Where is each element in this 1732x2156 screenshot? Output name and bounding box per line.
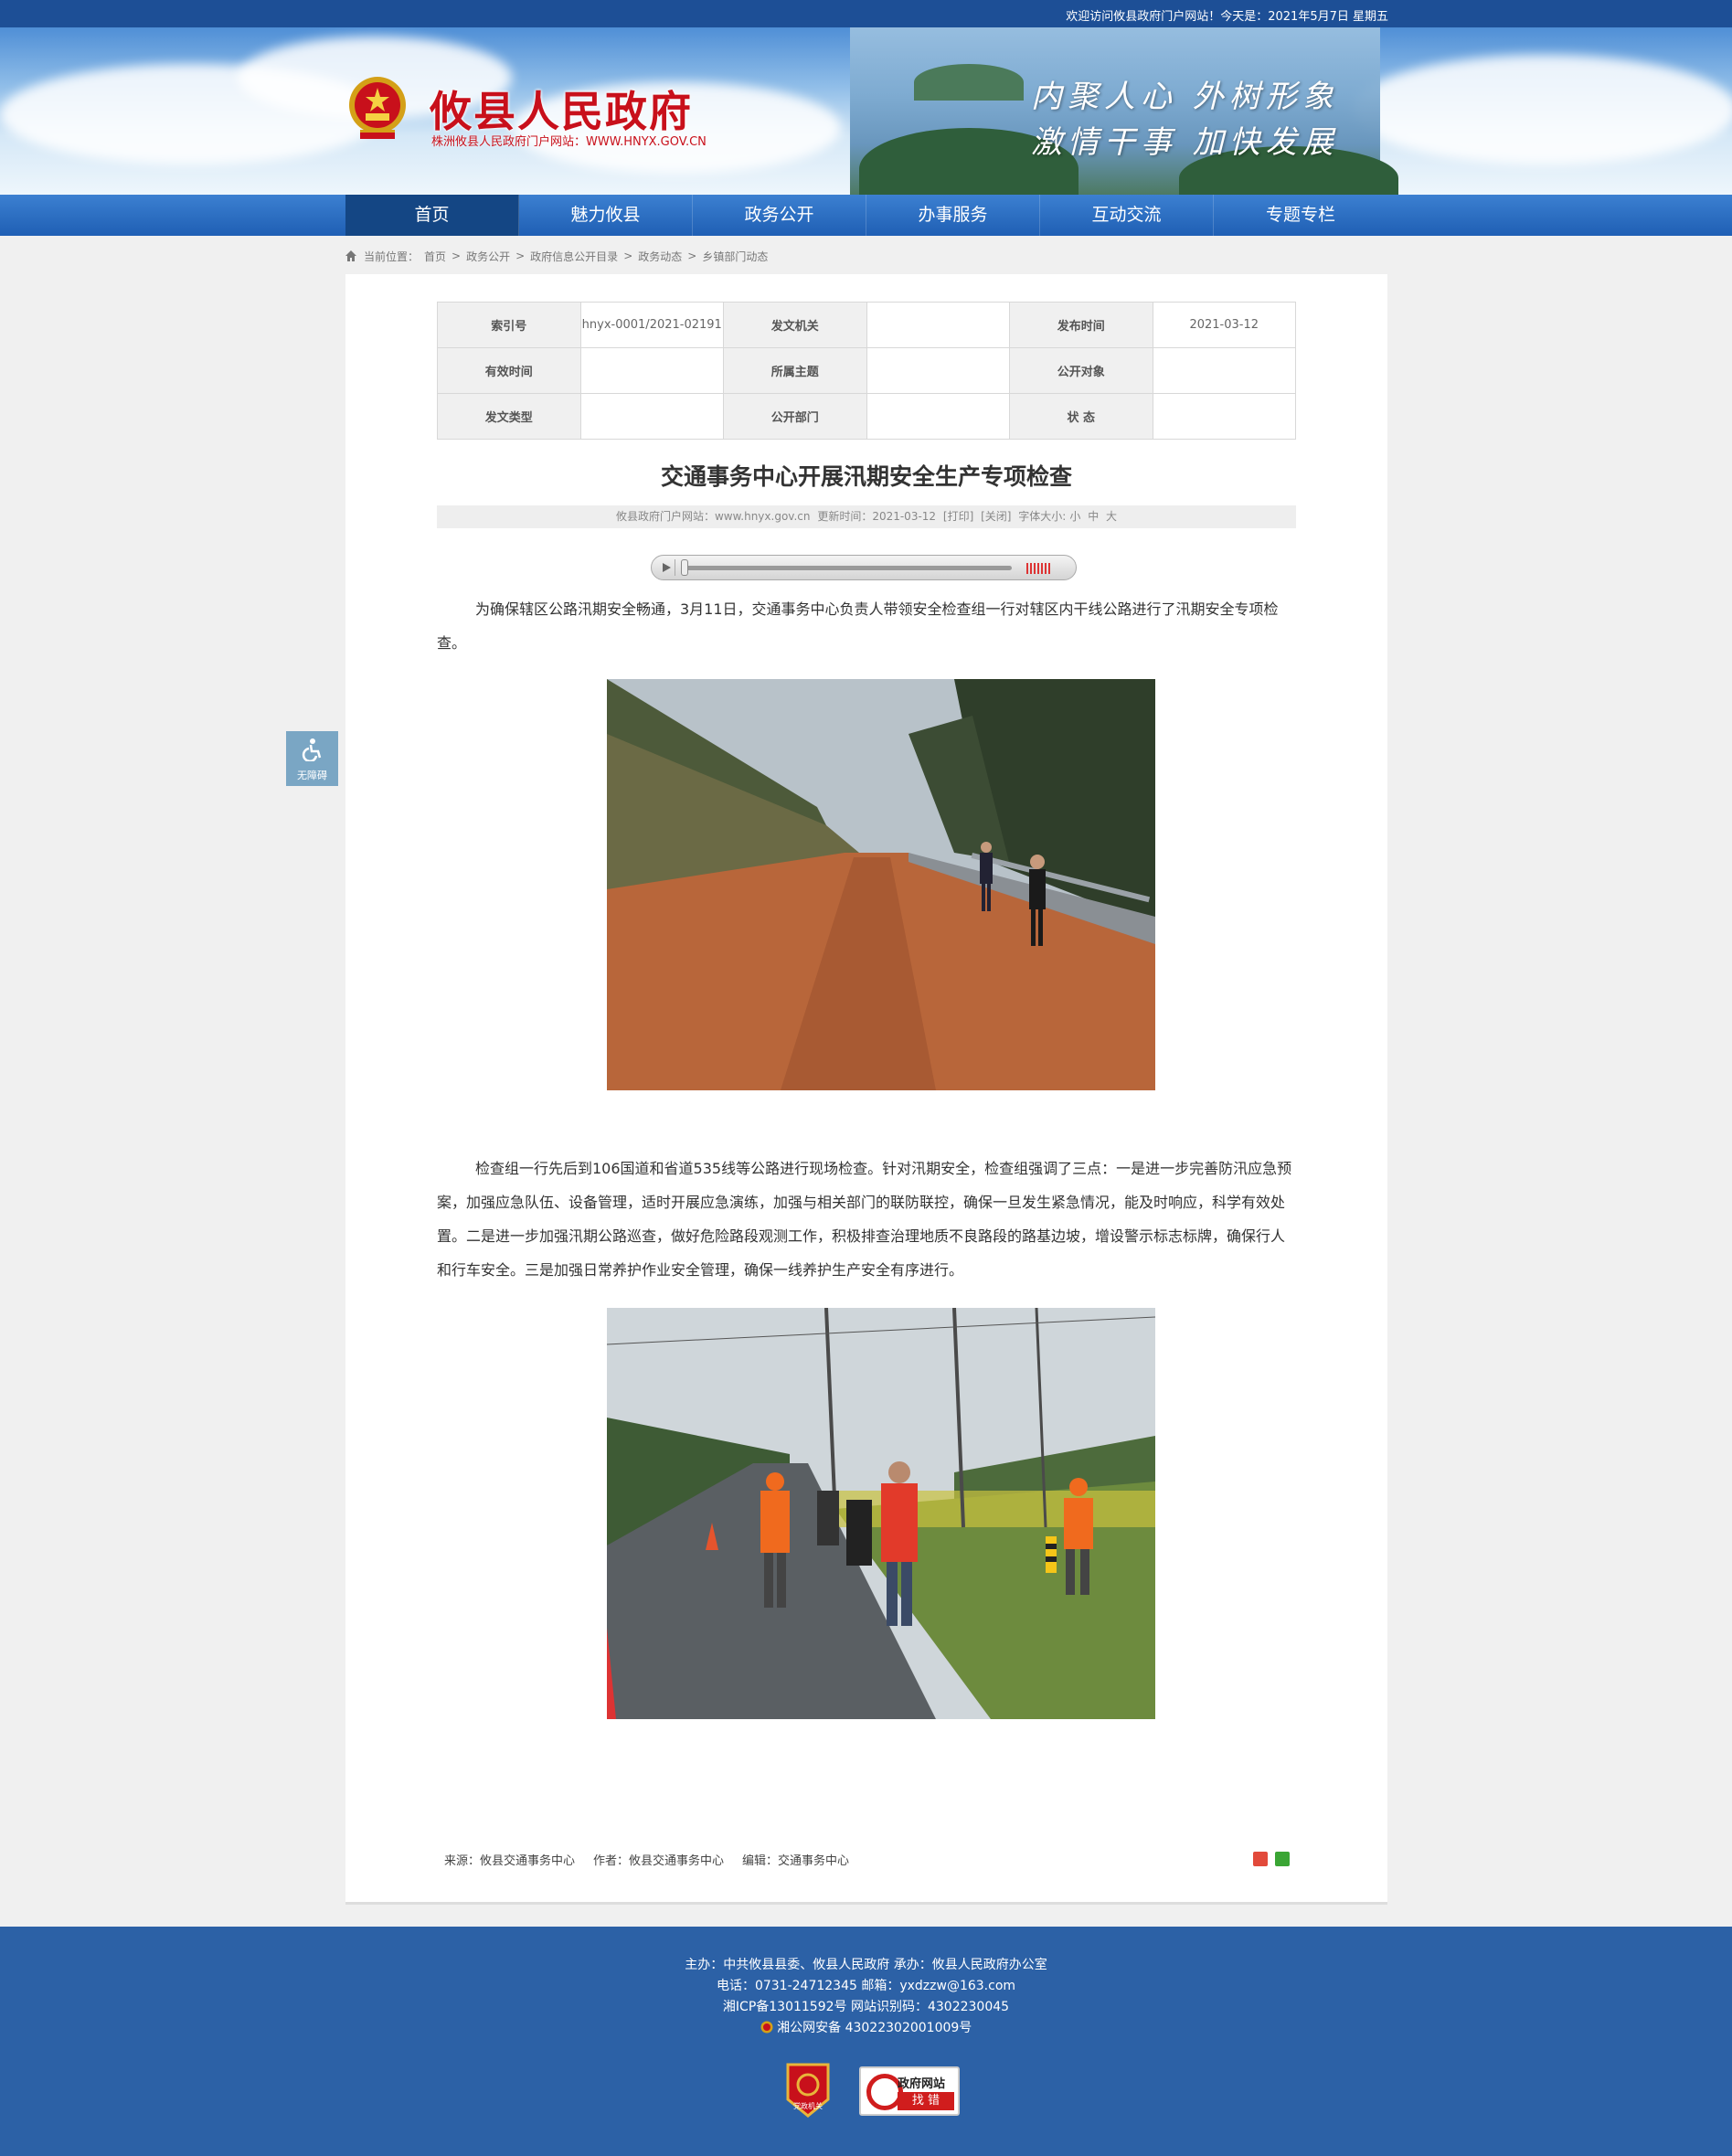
font-large-link[interactable]: 大: [1106, 510, 1117, 523]
nav-gov-affairs[interactable]: 政务公开: [693, 195, 866, 236]
article-title: 交通事务中心开展汛期安全生产专项检查: [660, 463, 1072, 490]
breadcrumb-directory[interactable]: 政府信息公开目录: [530, 249, 618, 264]
breadcrumb-sep: >: [687, 250, 697, 262]
meta-audience-label: 公开对象: [1009, 347, 1153, 394]
meta-valid-label: 有效时间: [437, 347, 581, 394]
police-badge-icon: [760, 2021, 773, 2034]
meta-dept-value: [866, 393, 1010, 440]
breadcrumb-label: 当前位置：: [364, 250, 420, 263]
wheelchair-icon: [302, 738, 321, 763]
accessibility-label: 无障碍: [297, 770, 327, 781]
meta-topic-value: [866, 347, 1010, 394]
breadcrumb-sep: >: [515, 250, 526, 262]
footer-contact: 电话：0731-24712345 邮箱：yxdzzw@163.com: [716, 1979, 1016, 1993]
party-government-badge[interactable]: 党政机关: [784, 2063, 832, 2118]
font-medium-link[interactable]: 中: [1088, 510, 1099, 523]
audio-progress-track[interactable]: [683, 566, 1012, 570]
main-nav: 首页 魅力攸县 政务公开 办事服务 互动交流 专题专栏: [0, 195, 1732, 236]
meta-dept-label: 公开部门: [723, 393, 867, 440]
meta-date-label: 发布时间: [1009, 302, 1153, 348]
article-paragraph-1: 为确保辖区公路汛期安全畅通，3月11日，交通事务中心负责人带领安全检查组一行对辖…: [437, 600, 1279, 652]
article-source: 来源：攸县交通事务中心: [444, 1854, 576, 1868]
article-paragraph-2: 检查组一行先后到106国道和省道535线等公路进行现场检查。针对汛期安全，检查组…: [437, 1160, 1292, 1279]
breadcrumb-sep: >: [623, 250, 633, 262]
play-button[interactable]: [657, 559, 675, 576]
cloud-decoration: [1353, 55, 1732, 165]
welcome-text: 欢迎访问攸县政府门户网站！今天是：2021年5月7日 星期五: [1066, 10, 1388, 24]
breadcrumb-gov-affairs[interactable]: 政务公开: [466, 249, 510, 264]
audio-player: [651, 555, 1077, 580]
nav-home[interactable]: 首页: [345, 195, 519, 236]
meta-issuer-label: 发文机关: [723, 302, 867, 348]
footer-police-record[interactable]: 湘公网安备 43022302001009号: [0, 2018, 1732, 2039]
font-size-label: 字体大小:: [1018, 510, 1067, 523]
article-editor: 编辑：交通事务中心: [742, 1854, 850, 1868]
gov-website-error-report-badge[interactable]: 政府网站 找 错: [859, 2066, 960, 2116]
site-title[interactable]: 攸县人民政府: [430, 79, 693, 139]
meta-valid-value: [579, 347, 724, 394]
article-photo-1: [607, 679, 1155, 1090]
hill-decoration: [914, 64, 1024, 101]
meta-audience-value: [1152, 347, 1296, 394]
meta-type-label: 发文类型: [437, 393, 581, 440]
weibo-share-icon[interactable]: [1253, 1852, 1268, 1866]
field-inspection-photo: [607, 1308, 1155, 1719]
national-emblem-icon: [349, 77, 406, 139]
slogan-line-1: 内聚人心 外树形象: [1031, 79, 1339, 115]
breadcrumb-home[interactable]: 首页: [424, 249, 446, 264]
audio-progress-handle[interactable]: [681, 559, 688, 576]
volume-icon[interactable]: [1026, 563, 1050, 574]
party-badge-label: 党政机关: [793, 2101, 823, 2110]
font-small-link[interactable]: 小: [1069, 510, 1080, 523]
footer-police-text: 湘公网安备 43022302001009号: [777, 2021, 972, 2035]
meta-status-value: [1152, 393, 1296, 440]
site-footer: 主办：中共攸县县委、攸县人民政府 承办：攸县人民政府办公室 电话：0731-24…: [0, 1927, 1732, 2156]
home-icon: [345, 250, 356, 261]
gov-badge-title: 政府网站: [898, 2077, 946, 2091]
meta-date-value: 2021-03-12: [1152, 302, 1296, 348]
info-site: 攸县政府门户网站：www.hnyx.gov.cn: [615, 510, 811, 523]
slogan-line-2: 激情干事 加快发展: [1031, 124, 1339, 161]
meta-table: 索引号 hnyx-0001/2021-02191 发文机关 发布时间 2021-…: [437, 302, 1296, 440]
meta-status-label: 状 态: [1009, 393, 1153, 440]
print-link[interactable]: [打印]: [943, 510, 973, 523]
meta-index-label: 索引号: [437, 302, 581, 348]
info-updated: 更新时间：2021-03-12: [817, 510, 937, 523]
article-credits: 来源：攸县交通事务中心 作者：攸县交通事务中心 编辑：交通事务中心: [444, 1851, 867, 1868]
nav-topics[interactable]: 专题专栏: [1214, 195, 1387, 236]
breadcrumb-sep: >: [452, 250, 462, 262]
article-card: 索引号 hnyx-0001/2021-02191 发文机关 发布时间 2021-…: [345, 274, 1387, 1905]
top-bar: 欢迎访问攸县政府门户网站！今天是：2021年5月7日 星期五: [0, 0, 1732, 27]
site-banner: 攸县人民政府 株洲攸县人民政府门户网站：WWW.HNYX.GOV.CN 内聚人心…: [0, 27, 1732, 195]
meta-index-value: hnyx-0001/2021-02191: [579, 302, 724, 348]
nav-services[interactable]: 办事服务: [866, 195, 1040, 236]
breadcrumb: 当前位置： 首页 > 政务公开 > 政府信息公开目录 > 政务动态 > 乡镇部门…: [345, 248, 773, 264]
breadcrumb-news[interactable]: 政务动态: [638, 249, 682, 264]
article-photo-2: [607, 1308, 1155, 1719]
nav-charm[interactable]: 魅力攸县: [519, 195, 693, 236]
road-inspection-photo: [607, 679, 1155, 1090]
footer-sponsor: 主办：中共攸县县委、攸县人民政府 承办：攸县人民政府办公室: [685, 1958, 1047, 1972]
site-subtitle: 株洲攸县人民政府门户网站：WWW.HNYX.GOV.CN: [431, 135, 707, 149]
meta-topic-label: 所属主题: [723, 347, 867, 394]
footer-icp[interactable]: 湘ICP备13011592号 网站识别码：4302230045: [0, 1997, 1732, 2018]
meta-type-value: [579, 393, 724, 440]
accessibility-button[interactable]: 无障碍: [286, 731, 338, 786]
article-author: 作者：攸县交通事务中心: [593, 1854, 725, 1868]
close-link[interactable]: [关闭]: [981, 510, 1011, 523]
wechat-share-icon[interactable]: [1275, 1852, 1290, 1866]
nav-interaction[interactable]: 互动交流: [1040, 195, 1214, 236]
breadcrumb-dept-news[interactable]: 乡镇部门动态: [702, 249, 768, 264]
gov-badge-action: 找 错: [898, 2092, 954, 2110]
article-info-bar: 攸县政府门户网站：www.hnyx.gov.cn 更新时间：2021-03-12…: [437, 505, 1296, 528]
meta-issuer-value: [866, 302, 1010, 348]
